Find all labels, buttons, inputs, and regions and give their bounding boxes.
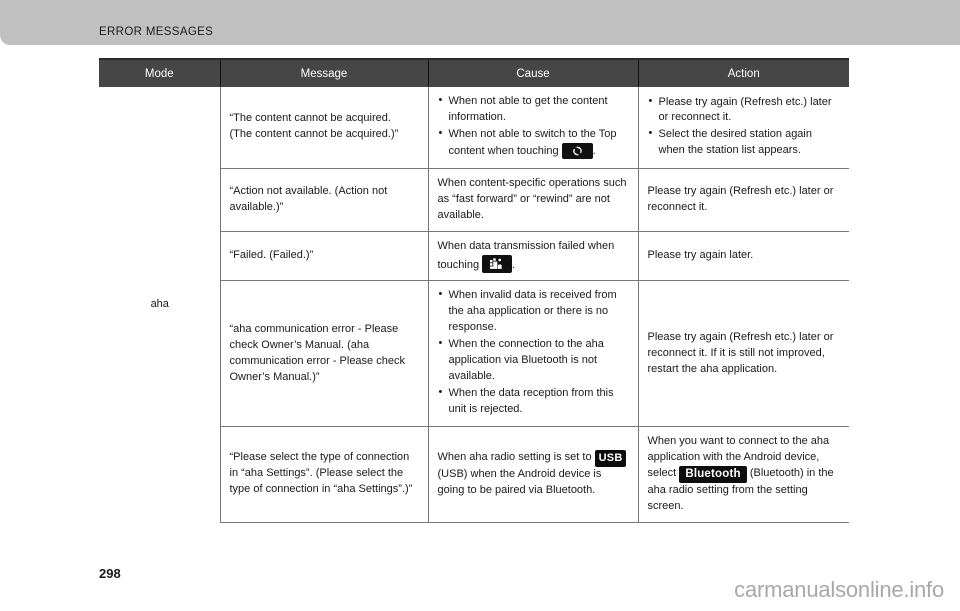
mode-cell-aha: aha [99, 87, 221, 523]
column-header-cause: Cause [428, 60, 639, 87]
list-item: When the data reception from this unit i… [438, 385, 630, 418]
column-header-action: Action [638, 60, 849, 87]
action-cell: Please try again (Refresh etc.) later or… [638, 280, 849, 427]
list-item: When the connection to the aha applicati… [438, 336, 630, 385]
list-item: Please try again (Refresh etc.) later or… [648, 94, 842, 127]
site-watermark: carmanualsonline.info [734, 577, 944, 602]
list-item: When not able to switch to the Top conte… [438, 126, 630, 160]
column-header-mode: Mode [99, 60, 221, 87]
refresh-icon [561, 142, 593, 159]
list-item: When not able to get the content informa… [438, 93, 630, 126]
column-header-message: Message [220, 60, 429, 87]
table-header-row: Mode Message Cause Action [99, 60, 849, 87]
message-cell: “The content cannot be acquired. (The co… [220, 87, 429, 169]
message-cell: “aha communication error - Please check … [220, 280, 429, 427]
message-cell: “Please select the type of connection in… [220, 425, 429, 523]
message-cell: “Action not available. (Action not avail… [220, 167, 429, 232]
photo-share-icon [482, 254, 513, 273]
page-title: ERROR MESSAGES [99, 26, 214, 38]
action-cell: Please try again later. [638, 230, 849, 281]
punctuation: . [512, 258, 516, 271]
message-cell: “Failed. (Failed.)” [220, 230, 429, 281]
bluetooth-badge: Bluetooth [679, 465, 747, 483]
cause-text: When aha radio setting is set to [437, 450, 592, 463]
message-line: “The content cannot be acquired. [229, 112, 391, 125]
list-item: When invalid data is received from the a… [438, 287, 630, 336]
cause-cell: When data transmission failed when touch… [428, 230, 639, 281]
cause-bullet-list: When not able to get the content informa… [438, 93, 630, 160]
table-row: aha “The content cannot be acquired. (Th… [99, 87, 849, 523]
list-item: Select the desired station again when th… [648, 126, 842, 159]
message-line: (The content cannot be acquired.)” [229, 128, 399, 141]
error-messages-table-wrapper: Mode Message Cause Action aha “The conte… [99, 60, 849, 523]
action-bullet-list: Please try again (Refresh etc.) later or… [648, 94, 842, 160]
error-messages-table: Mode Message Cause Action aha “The conte… [99, 60, 849, 523]
punctuation: . [592, 144, 596, 157]
cause-bullet-list: When invalid data is received from the a… [438, 287, 630, 418]
cause-cell: When aha radio setting is set to USB (US… [428, 425, 639, 523]
action-cell: Please try again (Refresh etc.) later or… [638, 167, 849, 232]
cause-cell: When invalid data is received from the a… [428, 280, 639, 427]
cause-cell: When content-specific operations such as… [428, 167, 639, 232]
action-cell: Please try again (Refresh etc.) later or… [638, 87, 849, 168]
action-cell: When you want to connect to the aha appl… [638, 425, 849, 523]
usb-badge: USB [594, 449, 627, 467]
page-number: 298 [99, 566, 121, 581]
page-header-banner: ERROR MESSAGES [0, 0, 960, 45]
cause-text: When data transmission failed when touch… [437, 239, 615, 271]
cause-cell: When not able to get the content informa… [428, 87, 639, 169]
cause-text: (USB) when the Android device is going t… [437, 467, 602, 496]
